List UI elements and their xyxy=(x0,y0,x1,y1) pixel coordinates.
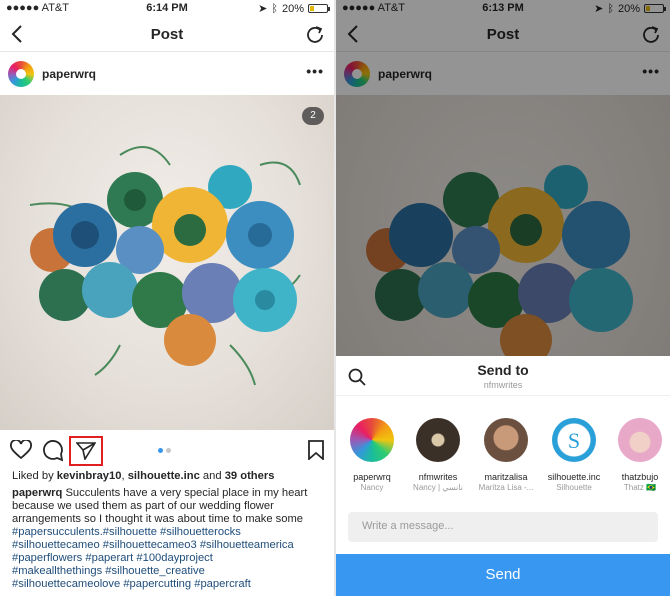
action-bar xyxy=(0,430,334,470)
recipient-avatar xyxy=(416,418,460,462)
hashtag-line[interactable]: #paperflowers #paperart #100dayproject xyxy=(12,552,328,565)
page-title: Post xyxy=(150,26,184,43)
hashtag-line[interactable]: #silhouettecameo #silhouettecameo3 #silh… xyxy=(12,539,328,552)
post-header: paperwrq ••• xyxy=(0,52,334,95)
send-button[interactable]: Send xyxy=(336,554,670,596)
dim-overlay[interactable] xyxy=(336,0,670,356)
bluetooth-icon: ᛒ xyxy=(271,2,278,15)
send-to-sheet: Send to nfmwrites paperwrq Nancy nfmwrit… xyxy=(336,356,670,596)
recipient-list: paperwrq Nancy nfmwrites Nancy | نانسي m… xyxy=(336,418,670,508)
recipient-fullname: Maritza Lisa -... xyxy=(478,483,534,492)
recipient-item[interactable]: paperwrq Nancy xyxy=(336,418,408,492)
like-button[interactable] xyxy=(10,439,32,465)
carousel-indicator xyxy=(158,448,171,453)
carousel-dot xyxy=(166,448,171,453)
post-photo[interactable]: 2 xyxy=(0,95,334,430)
svg-text:S: S xyxy=(568,428,580,453)
recipient-item[interactable]: thatzbujo Thatz 🇧🇷 xyxy=(604,418,670,492)
refresh-button[interactable] xyxy=(306,24,324,49)
recipient-item[interactable]: maritzalisa Maritza Lisa -... xyxy=(470,418,542,492)
status-right: ➤ ᛒ 20% xyxy=(258,2,330,15)
likes-prefix: Liked by xyxy=(12,470,57,482)
recipient-name: silhouette.inc xyxy=(547,472,601,482)
save-button[interactable] xyxy=(308,440,324,465)
recipient-name: paperwrq xyxy=(353,472,391,482)
avatar[interactable] xyxy=(8,61,34,87)
sheet-header: Send to nfmwrites xyxy=(336,356,670,396)
sheet-title: Send to xyxy=(477,362,529,378)
recipient-item[interactable]: nfmwrites Nancy | نانسي xyxy=(402,418,474,492)
nav-bar: Post xyxy=(0,18,334,52)
carousel-dot-active xyxy=(158,448,163,453)
bookmark-icon xyxy=(308,440,324,461)
paper-plane-icon xyxy=(75,442,97,462)
more-options-button[interactable]: ••• xyxy=(306,63,324,79)
recipient-name: thatzbujo xyxy=(621,472,659,482)
recipient-item[interactable]: S silhouette.inc Silhouette xyxy=(538,418,610,492)
recipient-avatar xyxy=(350,418,394,462)
image-count-badge: 2 xyxy=(302,107,324,125)
recipient-fullname: Thatz 🇧🇷 xyxy=(623,483,657,492)
liked-by-user-link[interactable]: kevinbray10 xyxy=(57,470,122,482)
status-bar: ●●●●● AT&T 6:14 PM ➤ ᛒ 20% xyxy=(0,0,334,18)
post-caption: Liked by kevinbray10, silhouette.inc and… xyxy=(12,470,328,591)
recipient-avatar xyxy=(484,418,528,462)
location-icon: ➤ xyxy=(258,3,268,15)
comment-button[interactable] xyxy=(42,440,64,467)
caption-username[interactable]: paperwrq xyxy=(12,487,62,499)
liked-by-user2-link[interactable]: silhouette.inc xyxy=(128,470,200,482)
sheet-subtitle: nfmwrites xyxy=(483,380,523,390)
hashtag-list: #papersucculents.#silhouette #silhouette… xyxy=(12,526,328,591)
post-screen: ●●●●● AT&T 6:14 PM ➤ ᛒ 20% Post paperwrq… xyxy=(0,0,334,596)
comment-icon xyxy=(43,440,64,462)
recipient-fullname: Silhouette xyxy=(556,483,592,492)
message-input[interactable]: Write a message... xyxy=(348,512,658,542)
battery-icon xyxy=(308,4,330,13)
hashtag-line[interactable]: #makeallthethings #silhouette_creative xyxy=(12,565,328,578)
recipient-avatar: S xyxy=(552,418,596,462)
silhouette-logo-icon: S xyxy=(568,428,580,453)
battery-percent: 20% xyxy=(281,2,304,15)
hashtag-line[interactable]: #papersucculents.#silhouette #silhouette… xyxy=(12,526,328,539)
recipient-name: nfmwrites xyxy=(418,472,458,482)
hashtag-line[interactable]: #silhouettecameolove #papercutting #pape… xyxy=(12,578,328,591)
caption-text: paperwrq Succulents have a very special … xyxy=(12,487,328,526)
refresh-icon xyxy=(307,26,323,43)
send-to-screen: ●●●●● AT&T 6:13 PM ➤ ᛒ 20% Post paperwrq… xyxy=(336,0,670,596)
recipient-name: maritzalisa xyxy=(484,472,528,482)
heart-icon xyxy=(10,439,32,460)
paper-succulents-image xyxy=(29,146,301,386)
share-button[interactable] xyxy=(75,442,97,465)
likes-and: and xyxy=(199,470,225,482)
recipient-avatar xyxy=(618,418,662,462)
recipient-fullname: Nancy xyxy=(360,483,384,492)
post-username[interactable]: paperwrq xyxy=(42,67,96,81)
recipient-fullname: Nancy | نانسي xyxy=(413,483,463,492)
likes-line: Liked by kevinbray10, silhouette.inc and… xyxy=(12,470,328,483)
likes-count-link[interactable]: 39 others xyxy=(225,470,275,482)
